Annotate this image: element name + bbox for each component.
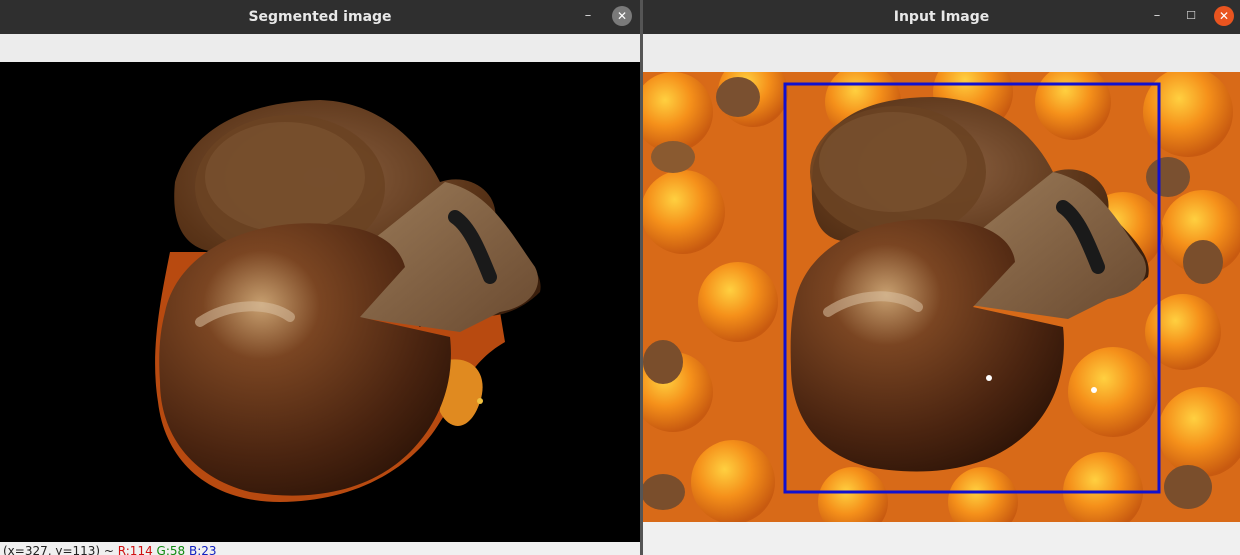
cursor-coords: (x=327, y=113) ~: [3, 544, 118, 555]
input-image-canvas[interactable]: [643, 72, 1240, 522]
segmented-image-canvas[interactable]: [0, 62, 640, 542]
toolbar-area: [0, 34, 640, 62]
toolbar-area: [643, 34, 1240, 72]
status-bar: (x=327, y=113) ~ R:114 G:58 B:23: [0, 542, 640, 555]
window-title: Segmented image: [248, 9, 392, 25]
close-icon[interactable]: ✕: [612, 6, 632, 26]
pixel-r-value: R:114: [117, 544, 153, 555]
close-icon[interactable]: ✕: [1214, 6, 1234, 26]
titlebar[interactable]: Input Image – ☐ ✕: [643, 0, 1240, 34]
segmented-image: [155, 100, 541, 502]
minimize-icon[interactable]: –: [578, 6, 598, 26]
input-image-window: Input Image – ☐ ✕: [643, 0, 1240, 555]
segmented-image-window: Segmented image – ✕ (x=327, y=113) ~ R:1…: [0, 0, 640, 555]
pixel-b-value: B:23: [189, 544, 217, 555]
minimize-icon[interactable]: –: [1147, 6, 1167, 26]
input-image: [643, 72, 1240, 522]
maximize-icon[interactable]: ☐: [1181, 6, 1201, 26]
titlebar[interactable]: Segmented image – ✕: [0, 0, 640, 34]
pixel-g-value: G:58: [156, 544, 186, 555]
status-bar: [643, 522, 1240, 555]
